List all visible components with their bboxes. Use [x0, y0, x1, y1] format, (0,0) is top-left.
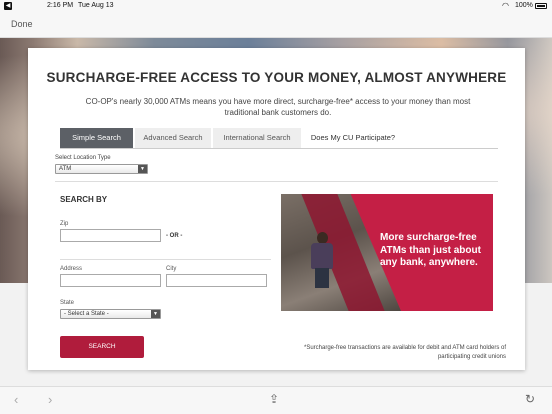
web-content: SURCHARGE-FREE ACCESS TO YOUR MONEY, ALM… — [0, 38, 552, 386]
location-type-select[interactable]: ATM ▼ — [55, 164, 148, 174]
search-button[interactable]: SEARCH — [60, 336, 144, 358]
page-title: SURCHARGE-FREE ACCESS TO YOUR MONEY, ALM… — [46, 70, 507, 85]
battery-icon — [535, 3, 547, 9]
person-figure — [311, 243, 333, 269]
location-type-label: Select Location Type — [55, 155, 111, 161]
state-select-value: - Select a State - — [64, 311, 109, 317]
status-date: Tue Aug 13 — [78, 2, 114, 9]
status-time: 2:16 PM — [47, 2, 74, 9]
zip-input[interactable] — [60, 229, 161, 242]
back-icon[interactable]: ‹ — [14, 392, 18, 407]
address-input[interactable] — [60, 274, 161, 287]
person-figure — [315, 268, 329, 288]
forward-icon[interactable]: › — [48, 392, 52, 407]
disclaimer-text: *Surcharge-free transactions are availab… — [304, 345, 506, 360]
back-to-app-icon[interactable]: ◀ — [4, 2, 12, 10]
state-label: State — [60, 300, 75, 306]
browser-toolbar: ‹ › ⇪ ↻ — [0, 386, 552, 414]
page-subtitle: CO-OP's nearly 30,000 ATMs means you hav… — [85, 97, 471, 117]
share-icon[interactable]: ⇪ — [269, 392, 279, 406]
status-bar: ◀ 2:16 PM Tue Aug 13 ◠ 100% — [0, 0, 552, 12]
divider — [55, 181, 498, 182]
or-separator: - OR - — [166, 233, 183, 239]
search-by-heading: SEARCH BY — [60, 195, 108, 204]
promo-banner: More surcharge-free ATMs than just about… — [281, 194, 493, 311]
tab-international-search[interactable]: International Search — [213, 128, 301, 148]
tab-does-my-cu-participate[interactable]: Does My CU Participate? — [303, 128, 403, 148]
location-type-value: ATM — [59, 166, 72, 172]
chevron-down-icon: ▼ — [151, 310, 160, 318]
locator-card: SURCHARGE-FREE ACCESS TO YOUR MONEY, ALM… — [28, 48, 525, 370]
zip-label: Zip — [60, 221, 69, 227]
city-label: City — [166, 266, 177, 272]
address-label: Address — [60, 266, 83, 272]
state-select[interactable]: - Select a State - ▼ — [60, 309, 161, 319]
divider — [60, 259, 271, 260]
tab-simple-search[interactable]: Simple Search — [60, 128, 133, 148]
done-button[interactable]: Done — [11, 19, 33, 29]
promo-text: More surcharge-free ATMs than just about… — [380, 232, 481, 268]
city-input[interactable] — [166, 274, 267, 287]
wifi-icon: ◠ — [502, 1, 509, 10]
search-tabs: Simple Search Advanced Search Internatio… — [60, 128, 498, 149]
battery-percentage: 100% — [515, 2, 533, 9]
chevron-down-icon: ▼ — [138, 165, 147, 173]
reload-icon[interactable]: ↻ — [525, 392, 535, 406]
tab-advanced-search[interactable]: Advanced Search — [135, 128, 211, 148]
nav-bar: Done — [0, 12, 552, 38]
